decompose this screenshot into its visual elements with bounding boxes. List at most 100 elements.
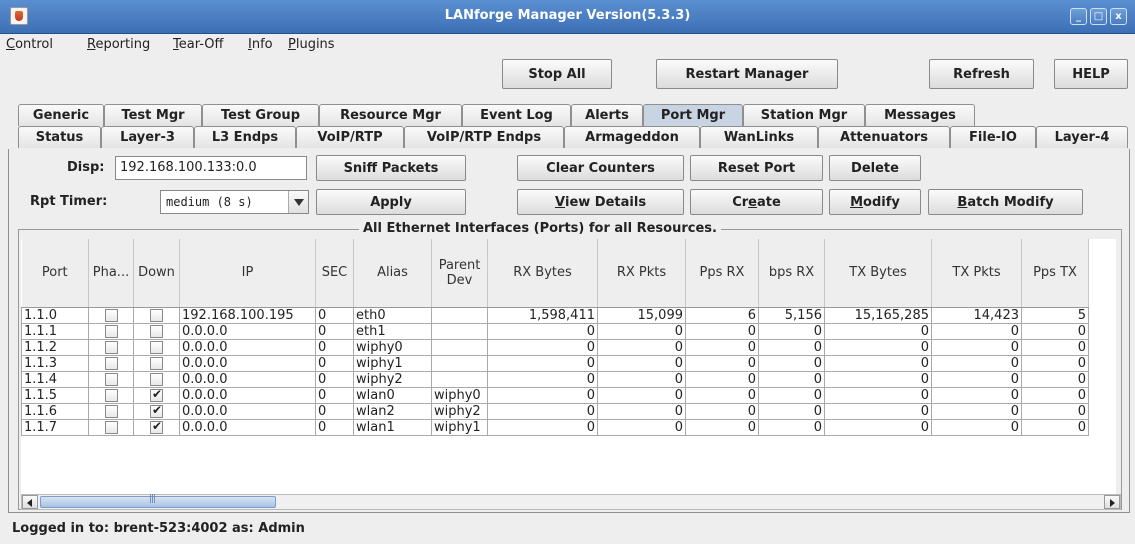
rpt-timer-select[interactable]: medium (8 s) (160, 190, 309, 214)
tab-armageddon[interactable]: Armageddon (564, 126, 700, 148)
phantom-checkbox[interactable] (104, 372, 118, 386)
apply-button[interactable]: Apply (316, 189, 466, 215)
phantom-checkbox[interactable] (104, 356, 118, 370)
bps-rx-cell: 0 (758, 354, 825, 372)
disp-label: Disp: (67, 160, 105, 175)
column-header[interactable]: Parent Dev (431, 239, 488, 308)
tab-attenuators[interactable]: Attenuators (818, 126, 950, 148)
down-checkbox[interactable] (150, 356, 163, 370)
down-checkbox[interactable] (150, 420, 163, 434)
empty-cell (932, 467, 1022, 483)
menu-plugins[interactable]: Plugins (288, 37, 335, 52)
phantom-checkbox[interactable] (104, 420, 118, 434)
ip-cell: 0.0.0.0 (179, 370, 316, 388)
table-row[interactable]: 1.1.70.0.0.00wlan1wiphy10000000 (21, 418, 1089, 436)
tab-resource-mgr[interactable]: Resource Mgr (319, 104, 462, 126)
down-checkbox[interactable] (150, 372, 163, 386)
table-row[interactable]: 1.1.0 192.168.100.195 0 eth0 1,598,411 15,099… (21, 306, 1089, 324)
maximize-icon[interactable]: □ (1090, 8, 1107, 25)
column-header[interactable]: Down (133, 239, 180, 308)
tab-event-log[interactable]: Event Log (462, 104, 571, 126)
column-header[interactable]: Pps RX (685, 239, 759, 308)
table-row[interactable]: 1.1.4 0.0.0.0 0 wiphy2 0 0 0 0 0 0 0 (21, 370, 1089, 388)
table-row[interactable]: 1.1.3 0.0.0.0 0 wiphy1 0 0 0 0 0 0 0 (21, 354, 1089, 372)
menu-tear-off[interactable]: Tear-Off (173, 37, 223, 52)
phantom-checkbox[interactable] (104, 308, 118, 322)
batch-modify-button[interactable]: Batch Modify (928, 189, 1083, 215)
phantom-checkbox[interactable] (104, 340, 118, 354)
stop-all-button[interactable]: Stop All (502, 59, 612, 89)
tab-status[interactable]: Status (18, 126, 101, 148)
create-button[interactable]: Cr e ate (690, 189, 823, 215)
reset-port-button[interactable]: Reset Port (690, 155, 823, 181)
column-header[interactable]: RX Pkts (597, 239, 686, 308)
column-header[interactable]: SEC (315, 239, 354, 308)
table-row[interactable]: 1.1.2 0.0.0.0 0 wiphy0 0 0 0 0 0 0 0 (21, 338, 1089, 356)
refresh-button[interactable]: Refresh (929, 59, 1034, 89)
menu-reporting[interactable]: Reporting (87, 37, 150, 52)
phantom-checkbox[interactable] (104, 388, 118, 402)
column-header[interactable]: IP (179, 239, 316, 308)
menu-control[interactable]: Control (6, 37, 53, 52)
parent-cell (431, 354, 488, 372)
table-row[interactable]: 1.1.1 0.0.0.0 0 eth1 0 0 0 0 0 0 0 (21, 322, 1089, 340)
disp-input[interactable]: 192.168.100.133:0.0 (115, 156, 307, 180)
column-header[interactable]: Pps TX (1021, 239, 1089, 308)
column-header[interactable]: bps RX (758, 239, 825, 308)
pps-tx-cell: 0 (1021, 418, 1089, 436)
down-checkbox[interactable] (150, 404, 163, 418)
phantom-checkbox[interactable] (104, 324, 118, 338)
delete-button[interactable]: Delete (829, 155, 921, 181)
modify-button[interactable]: Modify (829, 189, 921, 215)
tab-l3-endps[interactable]: L3 Endps (194, 126, 296, 148)
clear-counters-button[interactable]: Clear Counters (517, 155, 684, 181)
tab-layer-3[interactable]: Layer-3 (101, 126, 194, 148)
tab-alerts[interactable]: Alerts (571, 104, 643, 126)
scroll-thumb[interactable] (40, 494, 276, 508)
minimize-icon[interactable]: _ (1070, 8, 1087, 25)
column-header[interactable]: Alias (353, 239, 432, 308)
parent-cell (431, 322, 488, 340)
pps-tx-cell: 0 (1021, 370, 1089, 388)
phantom-checkbox[interactable] (104, 404, 118, 418)
tab-test-group[interactable]: Test Group (202, 104, 319, 126)
tab-voip-rtp[interactable]: VoIP/RTP (296, 126, 404, 148)
sniff-packets-button[interactable]: Sniff Packets (316, 155, 466, 181)
tab-voip-rtp-endps[interactable]: VoIP/RTP Endps (404, 126, 564, 148)
close-icon[interactable]: x (1110, 8, 1127, 25)
tab-layer-4[interactable]: Layer-4 (1036, 126, 1128, 148)
table-row[interactable]: 1.1.50.0.0.00wlan0wiphy00000000 (21, 386, 1089, 404)
tab-wanlinks[interactable]: WanLinks (700, 126, 818, 148)
column-header[interactable]: TX Bytes (824, 239, 932, 308)
menu-info[interactable]: Info (248, 37, 273, 52)
tab-file-io[interactable]: File-IO (950, 126, 1036, 148)
down-checkbox[interactable] (150, 340, 163, 354)
parent-cell (431, 370, 488, 388)
empty-cell (1022, 467, 1089, 483)
tab-messages[interactable]: Messages (865, 104, 975, 126)
down-checkbox[interactable] (150, 388, 163, 402)
ip-cell: 0.0.0.0 (179, 354, 316, 372)
scroll-left-icon[interactable] (22, 495, 38, 509)
column-header[interactable]: Port (21, 239, 89, 308)
help-button[interactable]: HELP (1054, 59, 1128, 89)
empty-cell (180, 435, 316, 451)
table-row[interactable]: 1.1.60.0.0.00wlan2wiphy20000000 (21, 402, 1089, 420)
scroll-right-icon[interactable] (1104, 495, 1120, 509)
column-header[interactable]: RX Bytes (487, 239, 598, 308)
restart-manager-button[interactable]: Restart Manager (656, 59, 838, 89)
down-checkbox[interactable] (150, 324, 163, 338)
tab-port-mgr[interactable]: Port Mgr (643, 104, 743, 126)
chevron-down-icon[interactable] (288, 191, 308, 213)
view-details-button[interactable]: View Details (517, 189, 684, 215)
parent-cell: wiphy2 (431, 402, 488, 420)
column-header[interactable]: Pha... (88, 239, 134, 308)
horizontal-scrollbar[interactable] (21, 494, 1121, 510)
tab-test-mgr[interactable]: Test Mgr (104, 104, 202, 126)
tab-generic[interactable]: Generic (18, 104, 104, 126)
down-checkbox[interactable] (150, 308, 163, 322)
bps-rx-cell: 0 (758, 370, 825, 388)
tab-station-mgr[interactable]: Station Mgr (743, 104, 865, 126)
column-header[interactable]: TX Pkts (931, 239, 1022, 308)
tx-bytes-cell: 0 (824, 354, 932, 372)
